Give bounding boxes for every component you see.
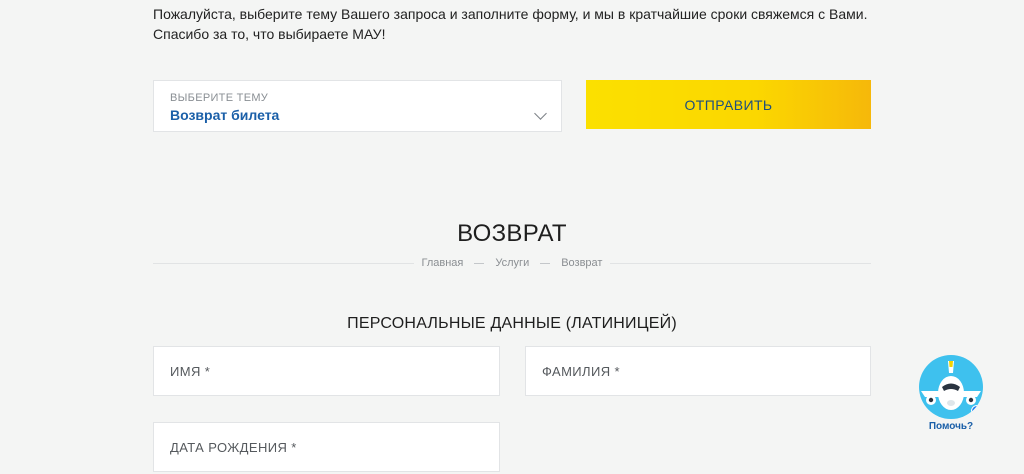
breadcrumb-services-link[interactable]: Услуги bbox=[495, 256, 529, 270]
last-name-field[interactable]: Фамилия * bbox=[525, 346, 871, 396]
last-name-label: Фамилия * bbox=[542, 363, 620, 379]
breadcrumb-separator bbox=[540, 262, 551, 264]
page-title: ВОЗВРАТ bbox=[457, 220, 567, 247]
birth-date-label: Дата рождения * bbox=[170, 439, 297, 455]
first-name-field[interactable]: Имя * bbox=[153, 346, 500, 396]
breadcrumb-current: Возврат bbox=[561, 257, 603, 269]
help-label[interactable]: Помочь? bbox=[916, 421, 986, 433]
submit-button[interactable]: Отправить bbox=[586, 80, 871, 129]
feedback-page: Пожалуйста, выберите тему Вашего запроса… bbox=[0, 0, 1024, 474]
help-bubble[interactable] bbox=[919, 355, 983, 419]
intro-text: Пожалуйста, выберите тему Вашего запроса… bbox=[153, 4, 871, 44]
messenger-icon[interactable] bbox=[971, 405, 983, 417]
intro-line-2: Спасибо за то, что выбираете МАУ! bbox=[153, 26, 386, 42]
topic-select[interactable]: Выберите тему Возврат билета bbox=[153, 80, 562, 132]
topic-select-caption: Выберите тему bbox=[170, 92, 269, 104]
topic-select-value: Возврат билета bbox=[170, 107, 280, 123]
breadcrumb-items: Главная Услуги Возврат bbox=[413, 256, 611, 270]
breadcrumb-separator bbox=[474, 262, 485, 264]
help-chat-widget[interactable]: Помочь? bbox=[916, 355, 986, 435]
intro-line-1: Пожалуйста, выберите тему Вашего запроса… bbox=[153, 6, 868, 22]
breadcrumb: Главная Услуги Возврат bbox=[153, 256, 871, 270]
birth-date-field[interactable]: Дата рождения * bbox=[153, 422, 500, 472]
breadcrumb-home-link[interactable]: Главная bbox=[422, 256, 464, 270]
first-name-label: Имя * bbox=[170, 363, 211, 379]
personal-data-heading: Персональные данные (латиницей) bbox=[347, 315, 677, 332]
